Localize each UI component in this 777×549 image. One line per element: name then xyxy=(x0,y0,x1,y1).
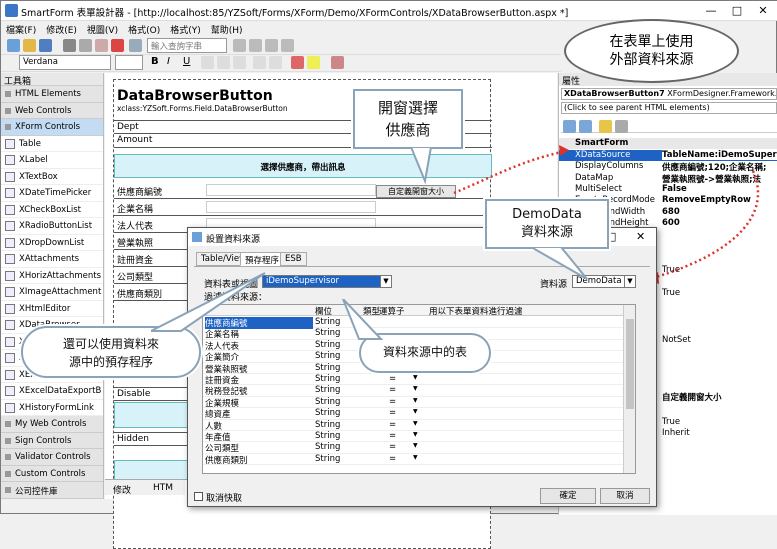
operator-dropdown-icon[interactable]: ▼ xyxy=(413,397,418,404)
grid-field-type: String xyxy=(315,317,341,327)
grid-field-name: 企業簡介 xyxy=(205,353,240,364)
operator-dropdown-icon[interactable]: ▼ xyxy=(413,385,418,392)
grid-row[interactable]: 總資產 String = ▼ xyxy=(203,408,635,421)
dialog-close-button[interactable]: ✕ xyxy=(636,230,645,243)
grid-operator[interactable]: = xyxy=(389,454,396,464)
grid-row[interactable]: 稅務登記號 String = ▼ xyxy=(203,385,635,398)
dialog-icon xyxy=(192,232,202,242)
grid-field-type: String xyxy=(315,453,341,464)
callout-procedure-tail xyxy=(151,272,266,332)
tab-esb[interactable]: ESB xyxy=(280,252,307,266)
operator-dropdown-icon[interactable]: ▼ xyxy=(413,454,418,461)
grid-field-name: 總資產 xyxy=(205,410,231,421)
grid-field-type: String xyxy=(315,431,341,441)
table-select[interactable]: iDemoSupervisor xyxy=(262,275,392,288)
grid-field-type: String xyxy=(315,328,341,339)
grid-operator[interactable]: = xyxy=(389,442,396,452)
grid-row[interactable]: 公司類型 String = ▼ xyxy=(203,442,635,455)
grid-field-type: String xyxy=(315,385,341,396)
grid-field-type: String xyxy=(315,419,341,430)
callout-demodata: DemoData 資料來源 xyxy=(485,199,609,249)
grid-field-type: String xyxy=(315,362,341,373)
callout-external-line1: 在表單上使用 xyxy=(609,34,694,50)
grid-row[interactable]: 企業規模 String = ▼ xyxy=(203,396,635,409)
grid-scrollbar-thumb[interactable] xyxy=(626,319,634,409)
grid-field-type: String xyxy=(315,374,341,384)
source-dropdown-icon[interactable]: ▼ xyxy=(624,275,636,288)
operator-dropdown-icon[interactable]: ▼ xyxy=(413,408,418,415)
callout-demodata-line1: DemoData xyxy=(512,207,582,222)
dialog-title: 設置資料來源 xyxy=(206,235,261,245)
grid-operator[interactable]: = xyxy=(389,385,396,395)
grid-row[interactable]: 註冊資金 String = ▼ xyxy=(203,374,635,386)
cancel-cache-label: 取消快取 xyxy=(206,494,243,504)
grid-field-name: 法人代表 xyxy=(205,341,240,352)
operator-dropdown-icon[interactable]: ▼ xyxy=(413,431,418,438)
col-field: 欄位 xyxy=(315,307,333,317)
cancel-button[interactable]: 取消 xyxy=(600,488,650,504)
ok-button[interactable]: 確定 xyxy=(540,488,596,504)
grid-operator[interactable]: = xyxy=(389,397,396,407)
grid-field-name: 稅務登記號 xyxy=(205,387,248,398)
operator-dropdown-icon[interactable]: ▼ xyxy=(413,442,418,449)
table-dropdown-icon[interactable]: ▼ xyxy=(380,275,392,288)
grid-operator[interactable]: = xyxy=(389,374,396,384)
grid-scrollbar[interactable] xyxy=(623,305,635,473)
callout-popup-tail xyxy=(409,147,433,185)
callout-demodata-tail xyxy=(528,247,588,280)
grid-operator[interactable]: = xyxy=(389,420,396,430)
arrowhead-xdatasource xyxy=(559,145,569,156)
callout-procedure-line2: 源中的預存程序 xyxy=(68,355,153,369)
app-window: SmartForm 表單設計器 - [http://localhost:85/Y… xyxy=(0,0,777,549)
grid-field-name: 供應商類別 xyxy=(205,455,248,466)
grid-field-name: 人數 xyxy=(205,421,223,432)
callout-table-tail xyxy=(342,299,384,340)
grid-field-type: String xyxy=(315,351,341,362)
arrow-to-xdatasource xyxy=(453,149,567,195)
callout-external: 在表單上使用 外部資料來源 xyxy=(564,19,739,83)
grid-field-name: 註冊資金 xyxy=(205,376,240,386)
callout-popup-line2: 供應商 xyxy=(385,121,431,139)
col-filter: 用以下表單資料進行過濾 xyxy=(429,307,523,317)
grid-operator[interactable]: = xyxy=(389,431,396,441)
grid-row[interactable]: 人數 String = ▼ xyxy=(203,419,635,432)
callout-external-line2: 外部資料來源 xyxy=(609,52,694,68)
grid-field-name: 企業規模 xyxy=(205,398,240,409)
grid-row[interactable]: 年產值 String = ▼ xyxy=(203,431,635,443)
cancel-cache-checkbox[interactable] xyxy=(194,492,203,501)
arrow-to-datasource xyxy=(655,170,760,279)
grid-operator[interactable]: = xyxy=(389,408,396,418)
tab-stored-procedure[interactable]: 預存程序 xyxy=(240,252,285,266)
callout-popup: 開窗選擇 供應商 xyxy=(353,89,463,149)
grid-field-type: String xyxy=(315,339,341,350)
grid-field-name: 營業執照號 xyxy=(205,364,248,375)
grid-field-type: String xyxy=(315,442,341,453)
operator-dropdown-icon[interactable]: ▼ xyxy=(413,420,418,427)
callout-popup-line1: 開窗選擇 xyxy=(377,99,438,117)
grid-field-name: 年產值 xyxy=(205,433,231,443)
grid-field-name: 公司類型 xyxy=(205,444,240,455)
grid-row[interactable]: 供應商類別 String = ▼ xyxy=(203,453,635,466)
grid-field-type: String xyxy=(315,396,341,407)
callout-demodata-line2: 資料來源 xyxy=(520,225,573,240)
operator-dropdown-icon[interactable]: ▼ xyxy=(413,374,418,381)
grid-field-type: String xyxy=(315,408,341,419)
